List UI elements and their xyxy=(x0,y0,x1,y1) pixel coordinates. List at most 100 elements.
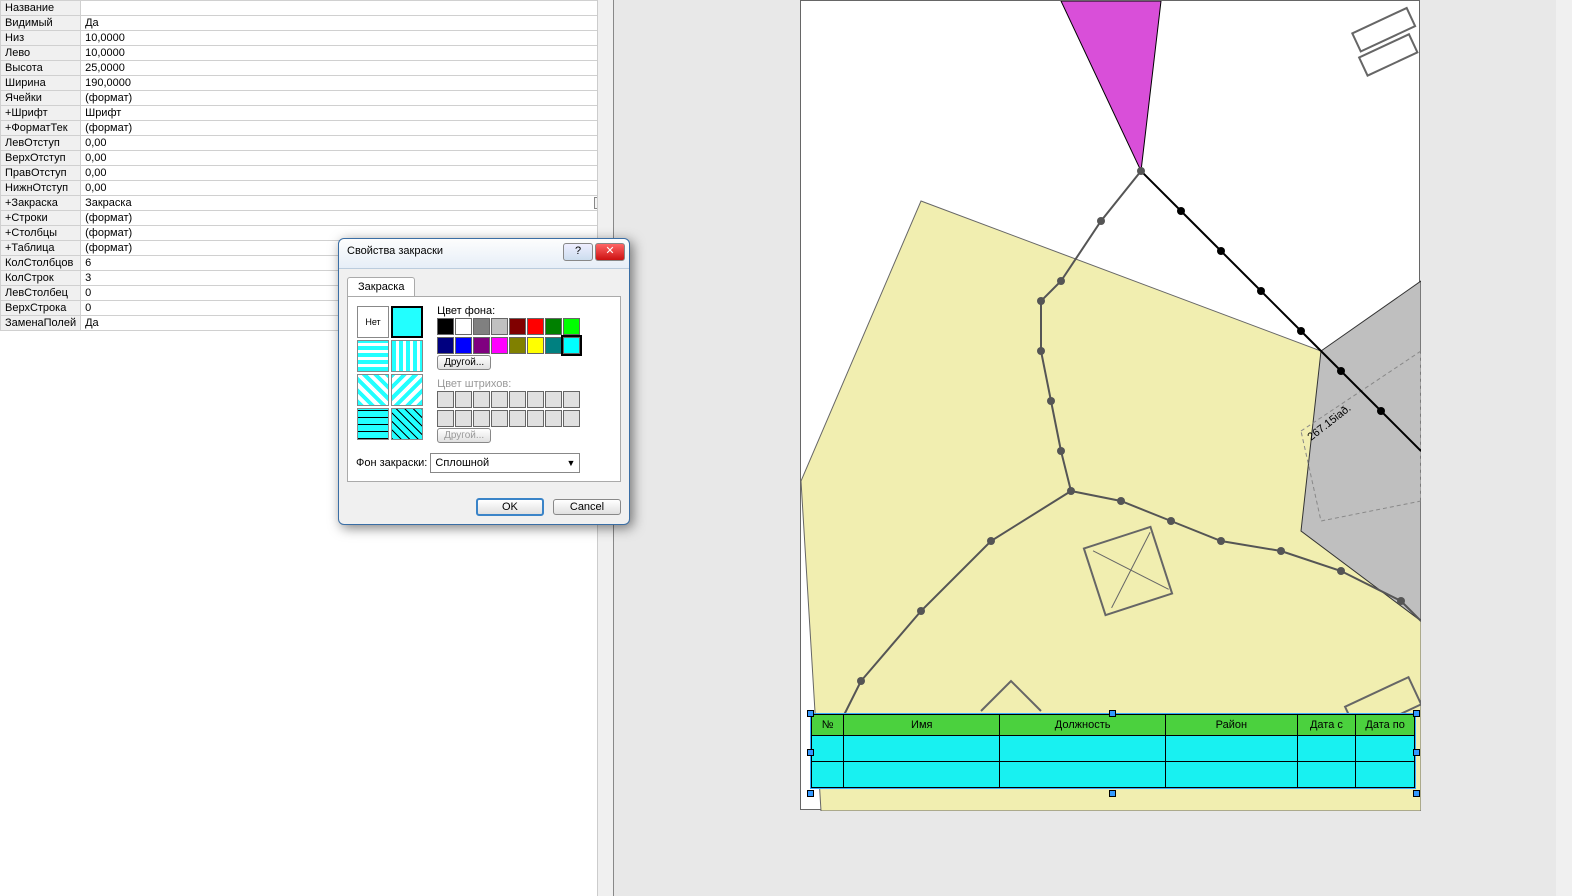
property-value[interactable]: 0,00 xyxy=(81,181,613,196)
hatch-color-label: Цвет штрихов: xyxy=(437,378,595,390)
cancel-button[interactable]: Cancel xyxy=(553,499,621,515)
property-value[interactable]: (формат) xyxy=(81,121,613,136)
color-swatch xyxy=(545,391,562,408)
property-row[interactable]: ПравОтступ0,00 xyxy=(1,166,613,181)
color-swatch[interactable] xyxy=(455,337,472,354)
property-row[interactable]: Лево10,0000 xyxy=(1,46,613,61)
property-value[interactable]: Закраска... xyxy=(81,196,613,211)
property-name: Видимый xyxy=(1,16,81,31)
resize-handle[interactable] xyxy=(1109,710,1116,717)
pattern-diag2[interactable] xyxy=(391,374,423,406)
color-swatch[interactable] xyxy=(527,318,544,335)
property-row[interactable]: +ФорматТек(формат) xyxy=(1,121,613,136)
resize-handle[interactable] xyxy=(1413,710,1420,717)
table-object[interactable]: №ИмяДолжностьРайонДата сДата по xyxy=(810,713,1416,789)
resize-handle[interactable] xyxy=(807,790,814,797)
table-header[interactable]: № xyxy=(812,715,844,736)
property-value[interactable]: 0,00 xyxy=(81,166,613,181)
pattern-none[interactable]: Нет xyxy=(357,306,389,338)
property-row[interactable]: +ШрифтШрифт xyxy=(1,106,613,121)
property-value[interactable]: 10,0000 xyxy=(81,31,613,46)
color-swatch xyxy=(563,410,580,427)
pattern-grid[interactable] xyxy=(357,408,389,440)
property-value[interactable]: (формат) xyxy=(81,91,613,106)
property-name: НижнОтступ xyxy=(1,181,81,196)
property-name: +ФорматТек xyxy=(1,121,81,136)
pattern-diag1[interactable] xyxy=(357,374,389,406)
color-swatch xyxy=(491,410,508,427)
table-header[interactable]: Имя xyxy=(844,715,1000,736)
color-swatch[interactable] xyxy=(491,318,508,335)
property-name: КолСтолбцов xyxy=(1,256,81,271)
property-value[interactable]: (формат) xyxy=(81,211,613,226)
property-name: +Таблица xyxy=(1,241,81,256)
color-swatch[interactable] xyxy=(563,337,580,354)
dialog-titlebar[interactable]: Свойства закраски ? ✕ xyxy=(339,239,629,269)
fill-properties-dialog: Свойства закраски ? ✕ Закраска Нет Цвет … xyxy=(338,238,630,525)
property-row[interactable]: НижнОтступ0,00 xyxy=(1,181,613,196)
table-row[interactable] xyxy=(812,762,1415,788)
table-header[interactable]: Должность xyxy=(1000,715,1166,736)
ok-button[interactable]: OK xyxy=(476,498,544,516)
property-value[interactable]: 0,00 xyxy=(81,151,613,166)
other-bg-color-button[interactable]: Другой... xyxy=(437,355,491,370)
property-row[interactable]: +ЗакраскаЗакраска... xyxy=(1,196,613,211)
pattern-solid[interactable] xyxy=(391,306,423,338)
fill-mode-combo[interactable]: Сплошной▼ xyxy=(430,453,580,473)
color-swatch[interactable] xyxy=(455,318,472,335)
property-row[interactable]: ЛевОтступ0,00 xyxy=(1,136,613,151)
resize-handle[interactable] xyxy=(1109,790,1116,797)
property-value[interactable]: 0,00 xyxy=(81,136,613,151)
property-name: +Столбцы xyxy=(1,226,81,241)
canvas-scrollbar[interactable] xyxy=(1556,0,1572,896)
color-swatch xyxy=(509,391,526,408)
property-row[interactable]: Высота25,0000 xyxy=(1,61,613,76)
property-row[interactable]: ВерхОтступ0,00 xyxy=(1,151,613,166)
color-swatch[interactable] xyxy=(473,337,490,354)
property-row[interactable]: Название xyxy=(1,1,613,16)
property-name: КолСтрок xyxy=(1,271,81,286)
tab-fill[interactable]: Закраска xyxy=(347,277,415,296)
resize-handle[interactable] xyxy=(807,749,814,756)
pattern-diaggrid[interactable] xyxy=(391,408,423,440)
pattern-vert[interactable] xyxy=(391,340,423,372)
color-swatch[interactable] xyxy=(563,318,580,335)
property-name: Ячейки xyxy=(1,91,81,106)
property-value[interactable]: Шрифт xyxy=(81,106,613,121)
property-value[interactable]: 10,0000 xyxy=(81,46,613,61)
table-header[interactable]: Дата с xyxy=(1297,715,1356,736)
color-swatch[interactable] xyxy=(509,337,526,354)
property-row[interactable]: +Строки(формат) xyxy=(1,211,613,226)
other-hatch-color-button: Другой... xyxy=(437,428,491,443)
property-value[interactable] xyxy=(81,1,613,16)
color-swatch[interactable] xyxy=(545,337,562,354)
property-row[interactable]: Ячейки(формат) xyxy=(1,91,613,106)
color-swatch xyxy=(455,391,472,408)
property-row[interactable]: Ширина190,0000 xyxy=(1,76,613,91)
table-header[interactable]: Район xyxy=(1166,715,1298,736)
resize-handle[interactable] xyxy=(1413,749,1420,756)
color-swatch[interactable] xyxy=(527,337,544,354)
drawing-page: 267.15іаð. xyxy=(800,0,1420,810)
color-swatch[interactable] xyxy=(437,318,454,335)
resize-handle[interactable] xyxy=(807,710,814,717)
property-value[interactable]: Да xyxy=(81,16,613,31)
table-header[interactable]: Дата по xyxy=(1356,715,1415,736)
close-button[interactable]: ✕ xyxy=(595,243,625,261)
color-swatch[interactable] xyxy=(437,337,454,354)
table-row[interactable] xyxy=(812,736,1415,762)
property-row[interactable]: Низ10,0000 xyxy=(1,31,613,46)
color-swatch[interactable] xyxy=(473,318,490,335)
pattern-horiz[interactable] xyxy=(357,340,389,372)
color-swatch[interactable] xyxy=(509,318,526,335)
property-value[interactable]: 25,0000 xyxy=(81,61,613,76)
property-row[interactable]: ВидимыйДа xyxy=(1,16,613,31)
property-value[interactable]: 190,0000 xyxy=(81,76,613,91)
color-swatch[interactable] xyxy=(491,337,508,354)
color-swatch xyxy=(473,410,490,427)
property-name: Ширина xyxy=(1,76,81,91)
property-name: ПравОтступ xyxy=(1,166,81,181)
color-swatch[interactable] xyxy=(545,318,562,335)
help-button[interactable]: ? xyxy=(563,243,593,261)
resize-handle[interactable] xyxy=(1413,790,1420,797)
